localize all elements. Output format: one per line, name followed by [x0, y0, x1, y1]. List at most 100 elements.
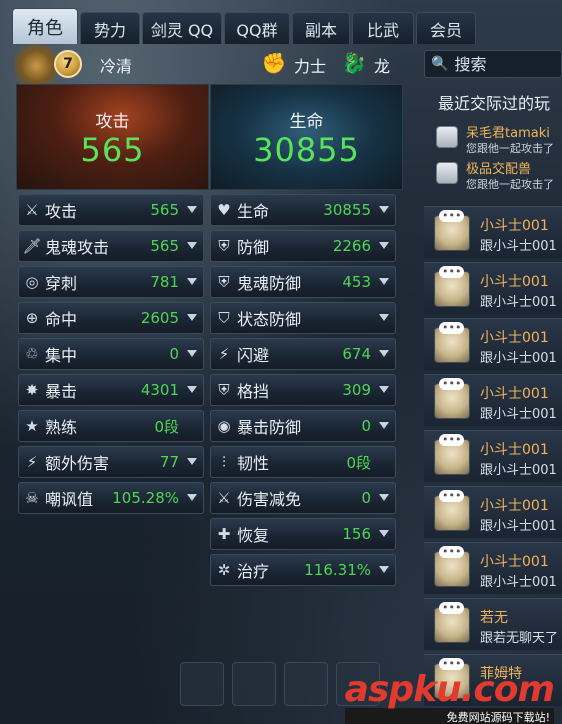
dropdown-arrow-icon[interactable] [187, 206, 197, 213]
dropdown-arrow-icon[interactable] [187, 314, 197, 321]
stat-label: 嘲讽值 [45, 490, 94, 509]
status-shield-icon: ⛉ [218, 309, 230, 327]
dropdown-arrow-icon[interactable] [379, 350, 389, 357]
skill-slot[interactable] [284, 662, 328, 706]
stat-label: 暴击防御 [237, 418, 302, 437]
recent-player-name: 极品交配兽 [466, 162, 532, 177]
chat-list-item[interactable]: 小斗士001 跟小斗士001 [424, 486, 562, 538]
recent-player-note: 您跟他一起攻击了 [466, 142, 554, 155]
stat-row-healing[interactable]: ✲ 治疗 116.31% [210, 554, 396, 586]
stat-row-pierce[interactable]: ◎ 穿刺 781 [18, 266, 204, 298]
chat-avatar-icon [434, 546, 470, 587]
chat-list-item[interactable]: 小斗士001 跟小斗士001 [424, 318, 562, 370]
stat-row-critical[interactable]: ✸ 暴击 4301 [18, 374, 204, 406]
stat-row-toughness[interactable]: ⫶ 韧性 0段 [210, 446, 396, 478]
shield-icon: ⛨ [218, 237, 230, 255]
skull-icon: ☠ [25, 489, 39, 507]
stat-value: 781 [150, 273, 179, 291]
tab-vip[interactable]: 会员 [416, 12, 476, 44]
dropdown-arrow-icon[interactable] [379, 242, 389, 249]
recent-player-name: 呆毛君tamaki [466, 126, 550, 141]
chat-avatar-icon [434, 210, 470, 251]
dropdown-arrow-icon[interactable] [379, 278, 389, 285]
chat-list-item[interactable]: 小斗士001 跟小斗士001 [424, 542, 562, 594]
chat-list-item[interactable]: 小斗士001 跟小斗士001 [424, 262, 562, 314]
recent-player-item[interactable]: 极品交配兽 您跟他一起攻击了 [436, 156, 562, 200]
stat-row-ghost-defense[interactable]: ⛨ 鬼魂防御 453 [210, 266, 396, 298]
chat-avatar-icon [434, 322, 470, 363]
dropdown-arrow-icon[interactable] [187, 278, 197, 285]
chat-name: 小斗士001 [480, 386, 549, 402]
search-input[interactable] [454, 54, 555, 74]
stat-row-extra-damage[interactable]: ⚡ 额外伤害 77 [18, 446, 204, 478]
stat-row-accuracy[interactable]: ⊕ 命中 2605 [18, 302, 204, 334]
dropdown-arrow-icon[interactable] [379, 566, 389, 573]
dropdown-arrow-icon[interactable] [379, 206, 389, 213]
tab-dungeon[interactable]: 副本 [292, 12, 350, 44]
tab-bns-qq[interactable]: 剑灵 QQ [142, 12, 222, 44]
character-name: 冷清 [100, 57, 133, 76]
chat-name: 小斗士001 [480, 442, 549, 458]
chat-list-item[interactable]: 若无 跟若无聊天了 [424, 598, 562, 650]
dropdown-arrow-icon[interactable] [379, 422, 389, 429]
dropdown-arrow-icon[interactable] [379, 386, 389, 393]
stat-row-mastery[interactable]: ★ 熟练 0段 [18, 410, 204, 442]
stat-value: 4301 [140, 381, 179, 399]
stat-row-defense[interactable]: ⛨ 防御 2266 [210, 230, 396, 262]
dropdown-arrow-icon[interactable] [187, 494, 197, 501]
stat-row-recovery[interactable]: ✚ 恢复 156 [210, 518, 396, 550]
tab-arena[interactable]: 比武 [352, 12, 414, 44]
race-label: 龙 [374, 57, 391, 76]
chat-preview: 跟小斗士001 [480, 519, 557, 534]
watermark-logo: aspku.com [344, 669, 555, 710]
chat-name: 小斗士001 [480, 274, 549, 290]
chat-list-item[interactable]: 小斗士001 跟小斗士001 [424, 430, 562, 482]
swords-icon: ⚔ [25, 201, 39, 219]
stat-row-threat[interactable]: ☠ 嘲讽值 105.28% [18, 482, 204, 514]
stat-value: 453 [342, 273, 371, 291]
chat-preview: 跟小斗士001 [480, 575, 557, 590]
tab-character[interactable]: 角色 [12, 8, 78, 44]
stat-label: 命中 [45, 310, 78, 329]
dropdown-arrow-icon[interactable] [187, 386, 197, 393]
chat-list-item[interactable]: 小斗士001 跟小斗士001 [424, 374, 562, 426]
skill-slot[interactable] [232, 662, 276, 706]
stat-value: 2605 [140, 309, 179, 327]
stat-row-crit-defense[interactable]: ◉ 暴击防御 0 [210, 410, 396, 442]
tab-faction[interactable]: 势力 [80, 12, 140, 44]
focus-icon: ♲ [25, 345, 39, 363]
stat-row-hp[interactable]: ♥ 生命 30855 [210, 194, 396, 226]
chat-preview: 跟小斗士001 [480, 351, 557, 366]
stat-row-ghost-attack[interactable]: 🗡 鬼魂攻击 565 [18, 230, 204, 262]
stat-value: 105.28% [112, 489, 179, 507]
race-dragon-icon: 🐉 [341, 51, 367, 75]
dropdown-arrow-icon[interactable] [379, 530, 389, 537]
dropdown-arrow-icon[interactable] [187, 350, 197, 357]
stat-row-attack[interactable]: ⚔ 攻击 565 [18, 194, 204, 226]
stat-row-evasion[interactable]: ⚡ 闪避 674 [210, 338, 396, 370]
stat-value: 674 [342, 345, 371, 363]
dropdown-arrow-icon[interactable] [187, 242, 197, 249]
level-badge: 7 [54, 50, 82, 78]
chat-preview: 跟小斗士001 [480, 295, 557, 310]
dropdown-arrow-icon[interactable] [187, 458, 197, 465]
chat-preview: 跟小斗士001 [480, 463, 557, 478]
stat-row-focus[interactable]: ♲ 集中 0 [18, 338, 204, 370]
dropdown-arrow-icon[interactable] [379, 314, 389, 321]
chat-avatar-icon [434, 490, 470, 531]
tab-qq-group[interactable]: QQ群 [224, 12, 290, 44]
search-box[interactable]: 🔍 [424, 50, 562, 78]
skill-slot[interactable] [180, 662, 224, 706]
stat-row-block[interactable]: ⛨ 格挡 309 [210, 374, 396, 406]
recent-player-note: 您跟他一起攻击了 [466, 178, 554, 191]
stat-label: 格挡 [237, 382, 270, 401]
stat-row-damage-reduction[interactable]: ⚔ 伤害减免 0 [210, 482, 396, 514]
chat-list-item[interactable]: 小斗士001 跟小斗士001 [424, 206, 562, 258]
stat-value: 30855 [323, 201, 371, 219]
stat-row-status-defense[interactable]: ⛉ 状态防御 [210, 302, 396, 334]
stat-label: 额外伤害 [45, 454, 110, 473]
site-watermark: aspku.com 免费网站源码下载站! [344, 669, 555, 724]
heal-icon: ✲ [217, 561, 231, 579]
dropdown-arrow-icon[interactable] [379, 494, 389, 501]
ghost-shield-icon: ⛨ [218, 273, 230, 291]
